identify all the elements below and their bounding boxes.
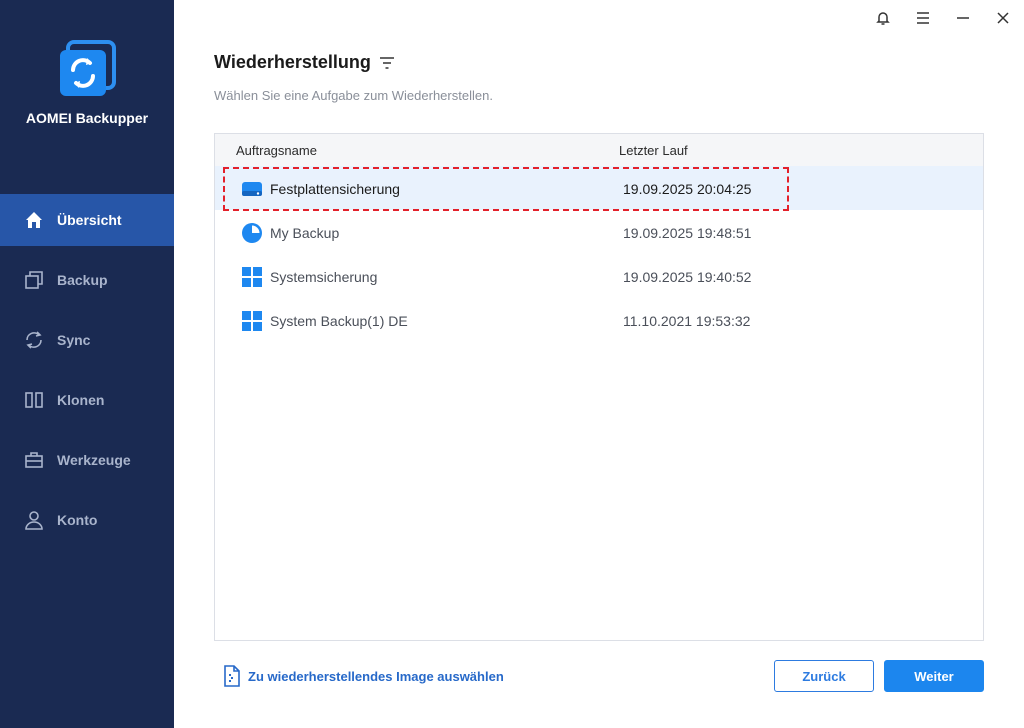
home-icon: [24, 210, 44, 230]
notifications-button[interactable]: [871, 8, 895, 32]
table-row[interactable]: My Backup 19.09.2025 19:48:51: [215, 210, 983, 254]
sidebar-nav: Übersicht Backup Sync Klonen Werkzeuge K…: [0, 194, 174, 554]
sidebar-item-tools[interactable]: Werkzeuge: [0, 434, 174, 486]
column-header-name: Auftragsname: [236, 143, 317, 158]
clone-icon: [24, 390, 44, 410]
task-table: Auftragsname Letzter Lauf Festplattensic…: [214, 133, 984, 641]
table-row[interactable]: Systemsicherung 19.09.2025 19:40:52: [215, 254, 983, 298]
page-title: Wiederherstellung: [214, 52, 371, 72]
backup-icon: [24, 270, 44, 290]
disk-icon: [241, 178, 263, 200]
sidebar-item-sync[interactable]: Sync: [0, 314, 174, 366]
task-last-run: 19.09.2025 19:48:51: [623, 225, 752, 241]
bell-icon: [875, 10, 891, 31]
sidebar-item-account[interactable]: Konto: [0, 494, 174, 546]
sidebar-item-label: Backup: [57, 272, 108, 288]
sidebar-item-label: Übersicht: [57, 212, 122, 228]
sync-icon: [24, 330, 44, 350]
page-subtitle: Wählen Sie eine Aufgabe zum Wiederherste…: [214, 88, 493, 103]
app-name: AOMEI Backupper: [25, 110, 149, 126]
close-icon: [995, 10, 1011, 31]
column-header-last-run: Letzter Lauf: [619, 143, 688, 158]
image-file-icon: [222, 665, 242, 687]
task-name: System Backup(1) DE: [270, 313, 408, 329]
close-button[interactable]: [991, 8, 1015, 32]
task-last-run: 19.09.2025 19:40:52: [623, 269, 752, 285]
minimize-button[interactable]: [951, 8, 975, 32]
filter-icon[interactable]: [378, 55, 396, 71]
pie-icon: [241, 222, 263, 244]
toolbox-icon: [24, 450, 44, 470]
next-button[interactable]: Weiter: [884, 660, 984, 692]
task-last-run: 11.10.2021 19:53:32: [623, 313, 751, 329]
sidebar-item-clone[interactable]: Klonen: [0, 374, 174, 426]
menu-icon: [915, 10, 931, 31]
task-name: My Backup: [270, 225, 340, 241]
sidebar: AOMEI Backupper Übersicht Backup Sync Kl…: [0, 0, 174, 728]
task-last-run: 19.09.2025 20:04:25: [623, 181, 752, 197]
back-button[interactable]: Zurück: [774, 660, 874, 692]
select-image-label: Zu wiederherstellendes Image auswählen: [248, 668, 504, 684]
select-image-link[interactable]: Zu wiederherstellendes Image auswählen: [222, 665, 504, 687]
user-icon: [24, 510, 44, 530]
table-row[interactable]: System Backup(1) DE 11.10.2021 19:53:32: [215, 298, 983, 342]
task-name: Festplattensicherung: [270, 181, 400, 197]
app-logo-icon: [58, 40, 116, 98]
table-header: Auftragsname Letzter Lauf: [215, 134, 983, 166]
task-name: Systemsicherung: [270, 269, 378, 285]
menu-button[interactable]: [911, 8, 935, 32]
sidebar-item-label: Werkzeuge: [57, 452, 131, 468]
windows-icon: [241, 310, 263, 332]
sidebar-item-label: Sync: [57, 332, 91, 348]
sidebar-item-label: Konto: [57, 512, 98, 528]
table-row[interactable]: Festplattensicherung 19.09.2025 20:04:25: [215, 166, 983, 211]
sidebar-item-backup[interactable]: Backup: [0, 254, 174, 306]
windows-icon: [241, 266, 263, 288]
minimize-icon: [955, 10, 971, 31]
sidebar-item-overview[interactable]: Übersicht: [0, 194, 174, 246]
sidebar-item-label: Klonen: [57, 392, 105, 408]
